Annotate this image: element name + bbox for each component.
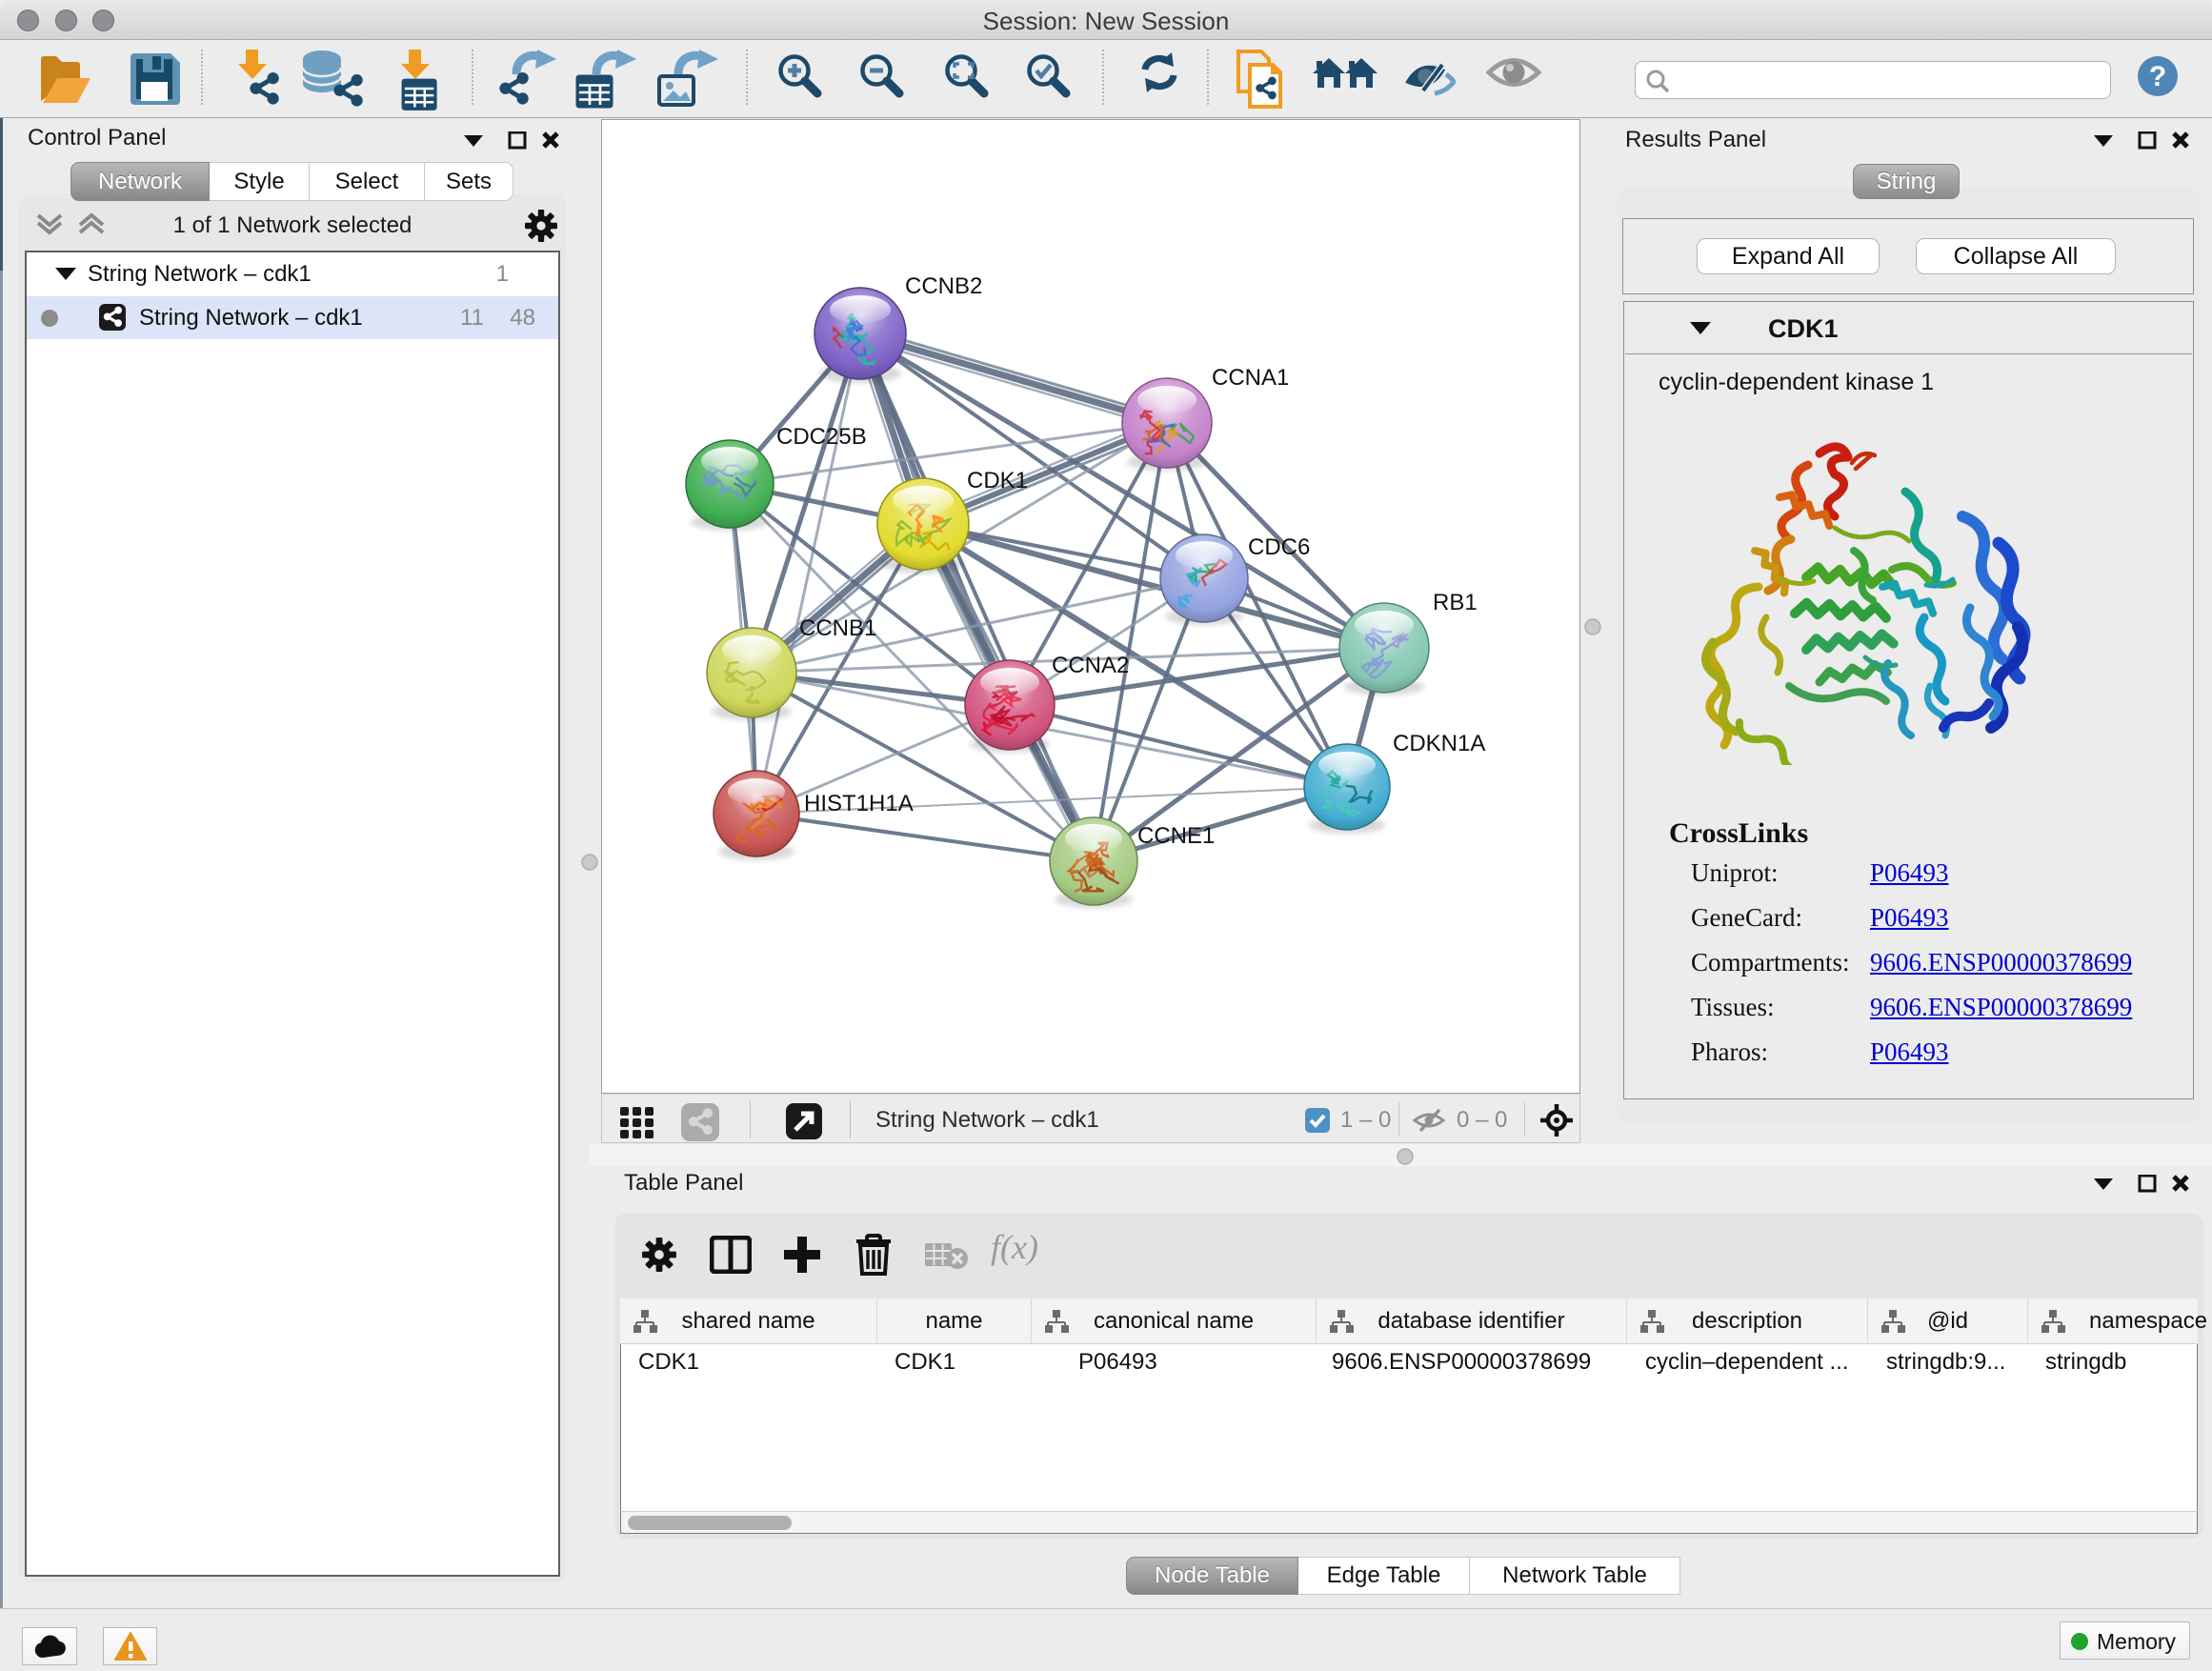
svg-text:CCNE1: CCNE1 <box>1137 823 1215 849</box>
svg-text:?: ? <box>2149 61 2166 92</box>
svg-text:CCNA2: CCNA2 <box>1052 653 1129 678</box>
svg-text:CCNB1: CCNB1 <box>799 615 876 641</box>
svg-text:CDK1: CDK1 <box>967 468 1028 493</box>
svg-text:CDC6: CDC6 <box>1248 534 1310 560</box>
svg-text:RB1: RB1 <box>1433 590 1478 615</box>
svg-text:CDC25B: CDC25B <box>776 424 867 450</box>
svg-text:CCNA1: CCNA1 <box>1212 365 1289 391</box>
svg-text:HIST1H1A: HIST1H1A <box>804 791 914 816</box>
svg-text:CCNB2: CCNB2 <box>905 273 982 299</box>
svg-text:CDKN1A: CDKN1A <box>1393 731 1485 756</box>
